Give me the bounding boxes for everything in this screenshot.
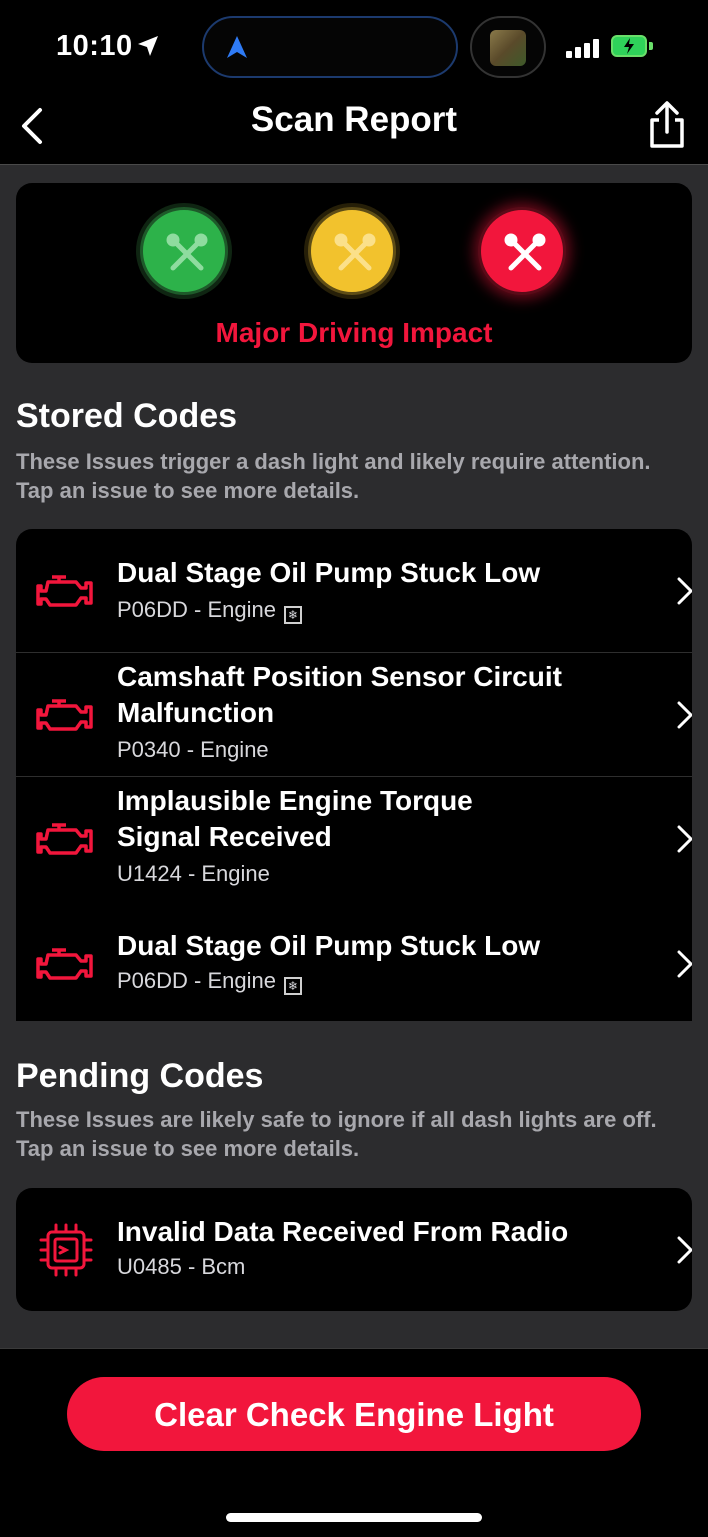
driving-impact-card: Major Driving Impact bbox=[16, 183, 692, 363]
navigation-bar: Scan Report bbox=[0, 92, 708, 165]
impact-label: Major Driving Impact bbox=[215, 317, 493, 348]
app-thumbnail-image bbox=[490, 30, 526, 66]
dynamic-island[interactable] bbox=[202, 16, 458, 78]
check-engine-icon bbox=[36, 699, 93, 731]
stored-code-row[interactable]: Dual Stage Oil Pump Stuck Low P06DD - En… bbox=[16, 902, 692, 1021]
check-engine-icon bbox=[36, 948, 93, 980]
stored-code-row[interactable]: Dual Stage Oil Pump Stuck Low P06DD - En… bbox=[16, 529, 692, 652]
wrench-screwdriver-icon bbox=[166, 233, 208, 271]
code-subtitle: P06DD - Engine ❄ bbox=[117, 968, 302, 995]
code-subtitle: P0340 - Engine bbox=[117, 737, 269, 762]
pending-codes-description: These Issues are likely safe to ignore i… bbox=[16, 1107, 657, 1161]
freeze-frame-icon: ❄ bbox=[283, 977, 302, 995]
impact-light-green bbox=[140, 207, 228, 295]
stored-codes-title: Stored Codes bbox=[16, 397, 238, 435]
battery-charging-icon bbox=[611, 35, 647, 57]
impact-light-red bbox=[478, 207, 566, 295]
location-arrow-icon bbox=[138, 36, 158, 56]
code-title: Dual Stage Oil Pump Stuck Low bbox=[117, 557, 541, 588]
chevron-right-icon bbox=[677, 825, 692, 853]
share-icon bbox=[650, 101, 684, 148]
code-title: Camshaft Position Sensor Circuit Malfunc… bbox=[117, 661, 562, 728]
check-engine-icon bbox=[36, 575, 93, 607]
chevron-right-icon bbox=[677, 1236, 692, 1264]
chevron-right-icon bbox=[677, 950, 692, 978]
battery-tip bbox=[649, 42, 653, 50]
check-engine-icon bbox=[36, 823, 93, 855]
pending-code-row[interactable]: Invalid Data Received From Radio U0485 -… bbox=[16, 1188, 692, 1311]
share-button[interactable] bbox=[644, 100, 690, 150]
impact-light-yellow bbox=[308, 207, 396, 295]
wrench-screwdriver-icon bbox=[504, 233, 546, 271]
code-title: Implausible Engine Torque Signal Receive… bbox=[117, 785, 473, 852]
code-id: P06DD - Engine bbox=[117, 597, 276, 622]
stored-codes-list: Dual Stage Oil Pump Stuck Low P06DD - En… bbox=[16, 529, 692, 1021]
signal-icon bbox=[566, 38, 602, 58]
page-title: Scan Report bbox=[250, 100, 458, 139]
stored-codes-description: These Issues trigger a dash light and li… bbox=[16, 449, 651, 503]
chevron-right-icon bbox=[677, 701, 692, 729]
scroll-content[interactable]: Major Driving Impact Stored Codes These … bbox=[0, 165, 708, 1348]
code-title: Invalid Data Received From Radio bbox=[117, 1216, 569, 1247]
freeze-frame-icon: ❄ bbox=[283, 606, 302, 624]
home-indicator[interactable] bbox=[226, 1513, 482, 1522]
chevron-right-icon bbox=[677, 577, 692, 605]
navigation-icon bbox=[227, 36, 247, 58]
code-subtitle: P06DD - Engine ❄ bbox=[117, 597, 302, 624]
stored-code-row[interactable]: Camshaft Position Sensor Circuit Malfunc… bbox=[16, 652, 692, 776]
stored-code-row[interactable]: Implausible Engine Torque Signal Receive… bbox=[16, 776, 692, 900]
chip-icon bbox=[39, 1223, 93, 1277]
code-title: Dual Stage Oil Pump Stuck Low bbox=[117, 930, 541, 961]
pending-codes-list: Invalid Data Received From Radio U0485 -… bbox=[16, 1188, 692, 1311]
status-time: 10:10 bbox=[56, 30, 133, 62]
bottom-action-bar: Clear Check Engine Light bbox=[0, 1348, 708, 1537]
live-activity-thumbnail[interactable] bbox=[470, 16, 546, 78]
clear-check-engine-light-button[interactable]: Clear Check Engine Light bbox=[67, 1377, 641, 1451]
code-subtitle: U1424 - Engine bbox=[117, 861, 270, 886]
code-subtitle: U0485 - Bcm bbox=[117, 1254, 246, 1279]
pending-codes-title: Pending Codes bbox=[16, 1057, 264, 1095]
wrench-screwdriver-icon bbox=[334, 233, 376, 271]
code-id: P06DD - Engine bbox=[117, 968, 276, 993]
status-bar: 10:10 bbox=[0, 0, 708, 92]
